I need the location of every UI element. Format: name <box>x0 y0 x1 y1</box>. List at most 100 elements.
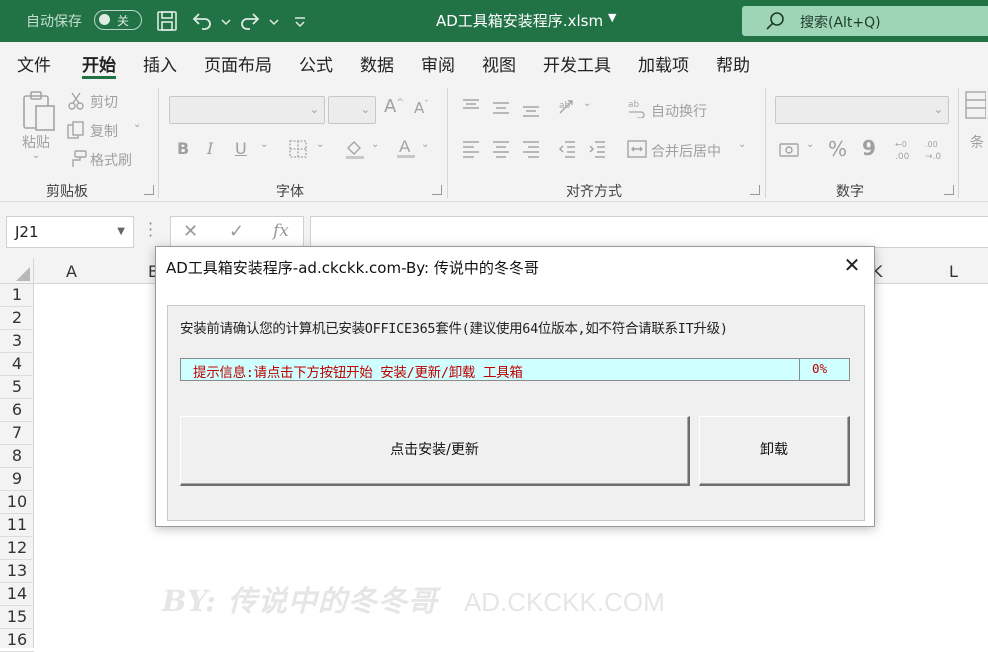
italic-button[interactable]: I <box>207 139 213 158</box>
fill-color-icon[interactable] <box>344 138 366 160</box>
align-bottom-icon[interactable] <box>521 102 541 118</box>
autosave-toggle[interactable]: 关 <box>94 10 142 30</box>
orientation-icon[interactable]: ab <box>557 96 579 118</box>
customize-toolbar-icon[interactable] <box>288 9 305 33</box>
bold-button[interactable]: B <box>177 139 189 158</box>
increase-decimal-icon[interactable]: ←0.00 <box>894 138 916 162</box>
name-box[interactable]: J21 ▼ <box>6 216 134 248</box>
cut-label[interactable]: 剪切 <box>90 92 118 112</box>
insert-function-icon[interactable]: fx <box>273 221 289 241</box>
increase-font-icon[interactable]: A^ <box>384 96 404 117</box>
font-color-dropdown-icon[interactable]: ⌄ <box>421 139 429 150</box>
copy-label[interactable]: 复制 <box>90 121 118 141</box>
paste-icon[interactable] <box>20 90 58 134</box>
font-color-icon[interactable]: A <box>396 136 416 160</box>
column-header-l[interactable]: L <box>949 262 958 281</box>
document-title[interactable]: AD工具箱安装程序.xlsm <box>436 10 603 31</box>
search-box[interactable]: 搜索(Alt+Q) <box>742 6 988 36</box>
undo-icon[interactable] <box>190 9 214 33</box>
enter-icon[interactable]: ✓ <box>229 221 244 242</box>
borders-icon[interactable] <box>289 140 307 158</box>
redo-icon[interactable] <box>238 9 262 33</box>
column-header-a[interactable]: A <box>66 262 77 281</box>
row-header[interactable]: 11 <box>0 514 34 537</box>
wrap-text-label[interactable]: 自动换行 <box>651 101 707 121</box>
row-header[interactable]: 1 <box>0 284 34 307</box>
row-header[interactable]: 7 <box>0 422 34 445</box>
more-icon[interactable]: · · · <box>148 216 153 244</box>
tab-addins[interactable]: 加载项 <box>638 51 689 76</box>
comma-style-button[interactable]: 9 <box>862 136 876 160</box>
merge-center-icon[interactable] <box>627 140 647 158</box>
install-update-button[interactable]: 点击安装/更新 <box>180 416 690 486</box>
accounting-format-icon[interactable] <box>779 141 801 159</box>
conditional-formatting-label[interactable]: 条 <box>970 132 984 152</box>
cut-icon[interactable] <box>67 92 85 110</box>
row-header[interactable]: 14 <box>0 583 34 606</box>
clipboard-launcher-icon[interactable] <box>144 185 154 195</box>
number-launcher-icon[interactable] <box>944 185 954 195</box>
row-header[interactable]: 10 <box>0 491 34 514</box>
tab-home[interactable]: 开始 <box>82 51 116 76</box>
format-painter-icon[interactable] <box>67 150 87 168</box>
align-right-icon[interactable] <box>521 140 541 158</box>
font-name-combo[interactable]: ⌄ <box>169 96 325 124</box>
close-icon[interactable]: ✕ <box>840 253 864 277</box>
alignment-launcher-icon[interactable] <box>750 185 760 195</box>
save-icon[interactable] <box>155 9 179 33</box>
font-size-combo[interactable]: ⌄ <box>328 96 376 124</box>
tab-view[interactable]: 视图 <box>482 51 516 76</box>
tab-formulas[interactable]: 公式 <box>299 51 333 76</box>
row-header[interactable]: 16 <box>0 629 34 652</box>
tab-developer[interactable]: 开发工具 <box>543 51 611 76</box>
row-header[interactable]: 5 <box>0 376 34 399</box>
row-header[interactable]: 2 <box>0 307 34 330</box>
decrease-indent-icon[interactable] <box>557 140 577 158</box>
underline-button[interactable]: U <box>235 139 247 158</box>
format-painter-label[interactable]: 格式刷 <box>90 150 132 170</box>
row-header[interactable]: 15 <box>0 606 34 629</box>
fill-color-dropdown-icon[interactable]: ⌄ <box>371 139 379 150</box>
wrap-text-icon[interactable]: ab <box>627 98 647 118</box>
decrease-decimal-icon[interactable]: .00 →.0 <box>924 138 946 162</box>
undo-dropdown-icon[interactable] <box>214 9 231 33</box>
uninstall-button[interactable]: 卸载 <box>699 416 850 486</box>
row-header[interactable]: 8 <box>0 445 34 468</box>
tab-file[interactable]: 文件 <box>17 51 51 76</box>
number-format-combo[interactable]: ⌄ <box>775 96 949 124</box>
row-header[interactable]: 3 <box>0 330 34 353</box>
chevron-down-icon[interactable]: ▼ <box>608 11 616 24</box>
row-header[interactable]: 13 <box>0 560 34 583</box>
merge-center-label[interactable]: 合并后居中 <box>651 141 721 161</box>
row-header[interactable]: 9 <box>0 468 34 491</box>
redo-dropdown-icon[interactable] <box>262 9 279 33</box>
tab-page-layout[interactable]: 页面布局 <box>204 51 272 76</box>
tab-help[interactable]: 帮助 <box>716 51 750 76</box>
accounting-dropdown-icon[interactable]: ⌄ <box>806 139 814 150</box>
font-launcher-icon[interactable] <box>432 185 442 195</box>
borders-dropdown-icon[interactable]: ⌄ <box>316 139 324 150</box>
conditional-formatting-icon[interactable] <box>964 90 986 120</box>
align-middle-icon[interactable] <box>491 100 511 116</box>
underline-dropdown-icon[interactable]: ⌄ <box>260 139 268 150</box>
tab-data[interactable]: 数据 <box>360 51 394 76</box>
align-left-icon[interactable] <box>461 140 481 158</box>
formula-input[interactable] <box>310 216 988 248</box>
paste-label[interactable]: 粘贴 <box>22 132 50 152</box>
tab-review[interactable]: 审阅 <box>421 51 455 76</box>
paste-dropdown-icon[interactable]: ⌄ <box>32 150 40 161</box>
increase-indent-icon[interactable] <box>587 140 607 158</box>
row-header[interactable]: 12 <box>0 537 34 560</box>
row-header[interactable]: 6 <box>0 399 34 422</box>
copy-icon[interactable] <box>67 121 85 139</box>
align-center-icon[interactable] <box>491 140 511 158</box>
merge-dropdown-icon[interactable]: ⌄ <box>738 139 746 150</box>
select-all-corner[interactable] <box>0 258 34 284</box>
tab-insert[interactable]: 插入 <box>143 51 177 76</box>
align-top-icon[interactable] <box>461 98 481 114</box>
cancel-icon[interactable]: ✕ <box>183 221 198 242</box>
orientation-dropdown-icon[interactable]: ⌄ <box>583 98 591 109</box>
row-header[interactable]: 4 <box>0 353 34 376</box>
decrease-font-icon[interactable]: Aˇ <box>414 99 429 117</box>
copy-dropdown-icon[interactable]: ⌄ <box>133 119 141 130</box>
